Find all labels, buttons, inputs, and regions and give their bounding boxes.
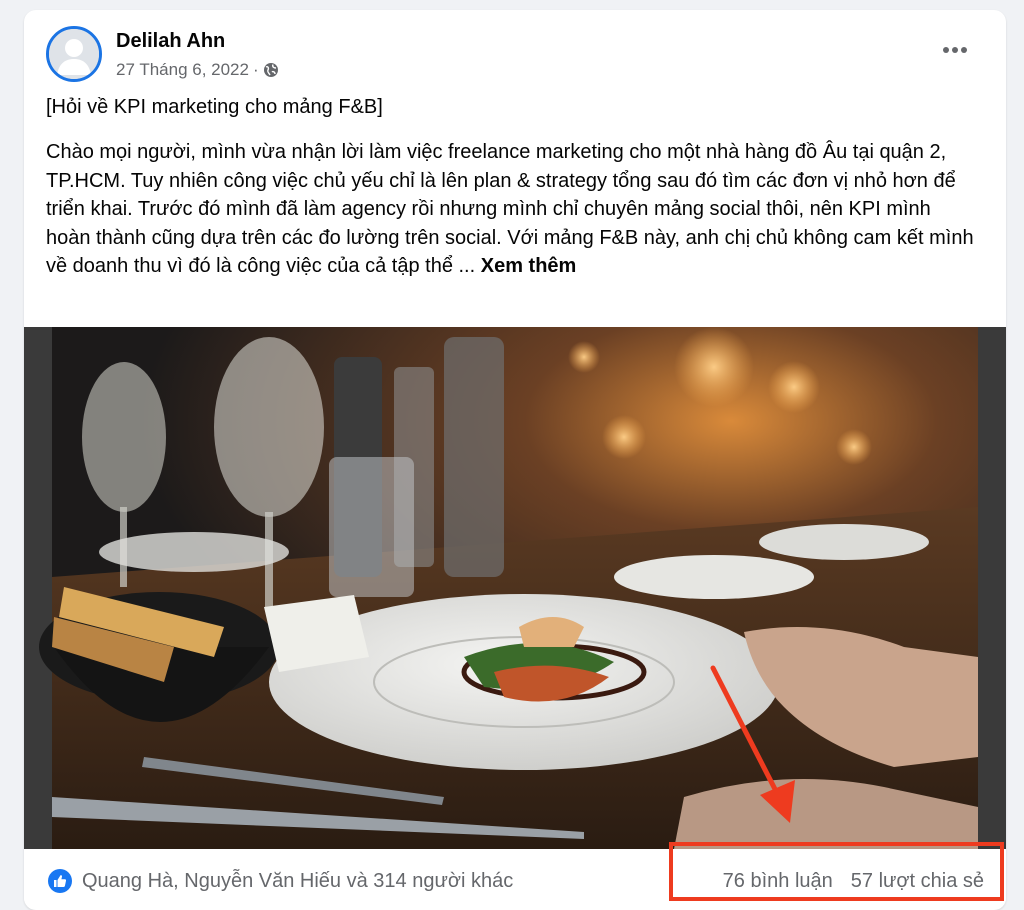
default-user-icon	[49, 29, 99, 79]
like-icon[interactable]	[48, 869, 72, 893]
post-card: Delilah Ahn 27 Tháng 6, 2022 · [Hỏi về K…	[24, 10, 1006, 910]
restaurant-table-photo	[24, 327, 1006, 849]
post-meta: 27 Tháng 6, 2022 ·	[116, 60, 279, 80]
post-body: Chào mọi người, mình vừa nhận lời làm vi…	[46, 138, 976, 281]
post-photo[interactable]	[24, 327, 1006, 849]
author-name[interactable]: Delilah Ahn	[116, 30, 225, 53]
more-options-icon[interactable]	[938, 36, 972, 64]
see-more-link[interactable]: Xem thêm	[481, 255, 577, 277]
avatar[interactable]	[46, 26, 102, 82]
annotation-highlight-box	[669, 842, 1004, 901]
post-title: [Hỏi về KPI marketing cho mảng F&B]	[46, 96, 383, 118]
meta-separator: ·	[252, 60, 259, 79]
reactions-summary[interactable]: Quang Hà, Nguyễn Văn Hiếu và 314 người k…	[82, 870, 513, 893]
post-date[interactable]: 27 Tháng 6, 2022	[116, 60, 249, 80]
globe-icon[interactable]	[263, 62, 279, 78]
